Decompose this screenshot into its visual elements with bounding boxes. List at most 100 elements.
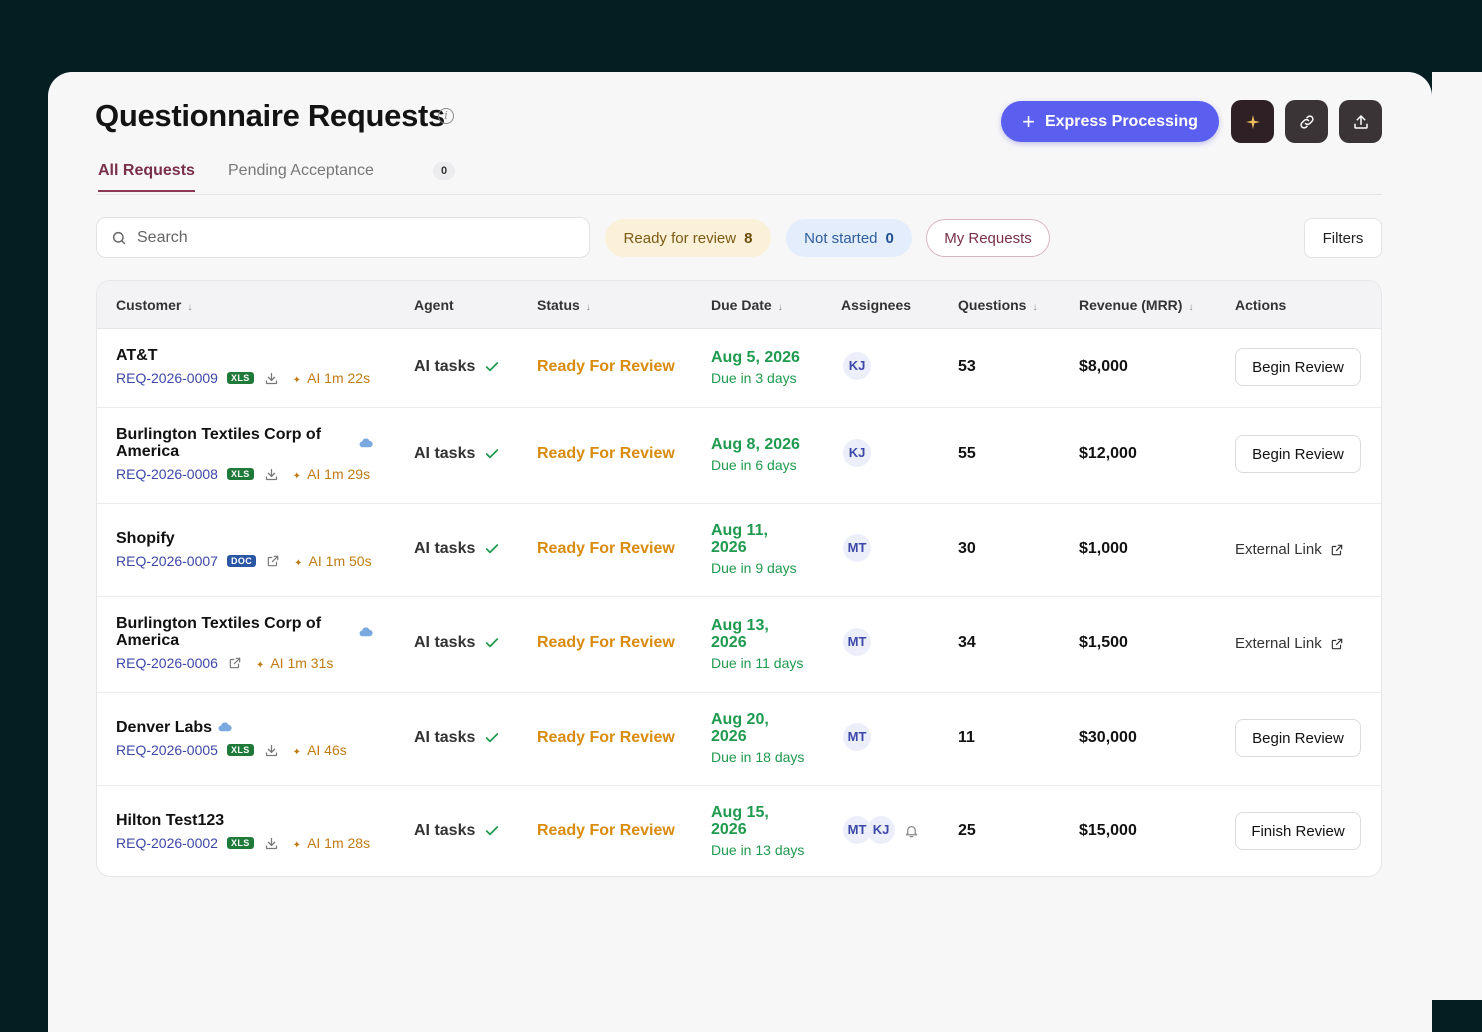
table-row[interactable]: Burlington Textiles Corp of America REQ-…: [97, 407, 1381, 504]
sparkle-icon: ✦: [255, 660, 265, 671]
begin-review-button[interactable]: Begin Review: [1235, 719, 1361, 757]
column-header-due-date[interactable]: Due Date ↓: [711, 297, 783, 313]
question-count: 34: [958, 634, 976, 651]
revenue-value: $1,000: [1079, 540, 1128, 557]
copy-link-button[interactable]: [1285, 100, 1328, 143]
sort-arrow-icon: ↓: [187, 302, 193, 313]
upload-icon: [1353, 114, 1368, 129]
request-id-link[interactable]: REQ-2026-0002: [116, 835, 218, 851]
sparkle-icon: ✦: [292, 375, 302, 386]
request-id-link[interactable]: REQ-2026-0007: [116, 553, 218, 569]
column-header-revenue[interactable]: Revenue (MRR) ↓: [1079, 297, 1193, 313]
due-in: Due in 3 days: [711, 370, 797, 386]
filters-button[interactable]: Filters: [1304, 218, 1382, 258]
main-panel: Questionnaire Requests i + Express Proce…: [48, 72, 1432, 1032]
download-icon[interactable]: [264, 743, 279, 758]
download-icon[interactable]: [264, 371, 279, 386]
avatar[interactable]: KJ: [843, 352, 871, 380]
check-icon: [486, 544, 499, 554]
question-count: 25: [958, 822, 976, 839]
sparkle-icon: [1245, 114, 1260, 129]
agent-cell: AI tasks: [414, 445, 500, 463]
due-date: Aug 5, 2026: [711, 349, 800, 366]
filter-chip-ready-for-review[interactable]: Ready for review 8: [605, 219, 771, 257]
question-count: 30: [958, 540, 976, 557]
avatar[interactable]: MT: [843, 534, 871, 562]
tab-bar: All Requests Pending Acceptance 0: [96, 160, 1382, 195]
search-icon: [112, 231, 126, 244]
customer-name: AT&T: [116, 347, 158, 364]
external-link-icon[interactable]: [266, 554, 280, 568]
table-row[interactable]: Hilton Test123 REQ-2026-0002 XLS ✦ AI 1m …: [97, 785, 1381, 876]
column-header-assignees: Assignees: [841, 297, 912, 313]
column-header-questions[interactable]: Questions ↓: [958, 297, 1037, 313]
request-id-link[interactable]: REQ-2026-0008: [116, 466, 218, 482]
ai-processing-time: ✦ AI 1m 29s: [292, 466, 371, 482]
sort-arrow-icon: ↓: [1188, 302, 1194, 313]
table-row[interactable]: Burlington Textiles Corp of America REQ-…: [97, 596, 1381, 693]
bell-icon[interactable]: [904, 823, 919, 839]
window-edge: [1432, 0, 1482, 1000]
request-meta: REQ-2026-0009 XLS ✦ AI 1m 22s: [116, 370, 370, 386]
external-link[interactable]: External Link: [1235, 635, 1344, 652]
search-placeholder: Search: [137, 228, 188, 246]
external-link-icon: [1331, 544, 1342, 555]
export-button[interactable]: [1339, 100, 1382, 143]
customer-name: Burlington Textiles Corp of America: [116, 426, 322, 460]
request-meta: REQ-2026-0008 XLS ✦ AI 1m 29s: [116, 466, 370, 482]
due-in: Due in 13 days: [711, 842, 805, 858]
ai-assist-button[interactable]: [1231, 100, 1274, 143]
due-in: Due in 18 days: [711, 749, 805, 765]
ai-processing-time: ✦ AI 46s: [292, 742, 347, 758]
sort-arrow-icon: ↓: [777, 302, 783, 313]
due-in: Due in 6 days: [711, 457, 797, 473]
express-processing-button[interactable]: + Express Processing: [1001, 101, 1219, 142]
table-row[interactable]: Denver Labs REQ-2026-0005 XLS ✦ AI 46s AI…: [97, 692, 1381, 786]
avatar[interactable]: MT: [843, 628, 871, 656]
table-row[interactable]: AT&T REQ-2026-0009 XLS ✦ AI 1m 22s AI tas…: [97, 328, 1381, 408]
avatar[interactable]: KJ: [867, 816, 895, 844]
sort-arrow-icon: ↓: [1032, 302, 1038, 313]
info-icon[interactable]: i: [438, 108, 454, 124]
avatar[interactable]: MT: [843, 723, 871, 751]
column-header-actions: Actions: [1235, 297, 1287, 313]
check-icon: [486, 826, 499, 836]
request-id-link[interactable]: REQ-2026-0005: [116, 742, 218, 758]
request-id-link[interactable]: REQ-2026-0009: [116, 370, 218, 386]
agent-cell: AI tasks: [414, 540, 500, 558]
external-link[interactable]: External Link: [1235, 541, 1344, 558]
download-icon[interactable]: [264, 836, 279, 851]
external-link-icon[interactable]: [228, 656, 242, 670]
agent-cell: AI tasks: [414, 358, 500, 376]
request-meta: REQ-2026-0005 XLS ✦ AI 46s: [116, 742, 347, 758]
request-id-link[interactable]: REQ-2026-0006: [116, 655, 218, 671]
column-header-status[interactable]: Status ↓: [537, 297, 591, 313]
pending-count-badge: 0: [433, 162, 455, 180]
chip-count: 8: [744, 229, 753, 247]
ai-processing-time: ✦ AI 1m 31s: [255, 655, 334, 671]
column-header-customer[interactable]: Customer ↓: [116, 297, 192, 313]
ai-processing-time: ✦ AI 1m 28s: [292, 835, 371, 851]
requests-table: Customer ↓ Agent Status ↓ Due Date ↓ Assign…: [96, 280, 1382, 877]
begin-review-button[interactable]: Begin Review: [1235, 435, 1361, 473]
search-input[interactable]: Search: [96, 217, 590, 258]
agent-cell: AI tasks: [414, 822, 500, 840]
download-icon[interactable]: [264, 467, 279, 482]
sort-arrow-icon: ↓: [585, 302, 591, 313]
tab-all-requests[interactable]: All Requests: [98, 162, 195, 192]
finish-review-button[interactable]: Finish Review: [1235, 812, 1361, 850]
chip-label: Not started: [804, 229, 878, 247]
filter-chip-my-requests[interactable]: My Requests: [926, 219, 1050, 257]
begin-review-button[interactable]: Begin Review: [1235, 348, 1361, 386]
check-icon: [486, 362, 499, 372]
table-row[interactable]: Shopify REQ-2026-0007 DOC ✦ AI 1m 50s AI …: [97, 503, 1381, 597]
tab-pending-acceptance[interactable]: Pending Acceptance: [228, 162, 374, 180]
ai-processing-time: ✦ AI 1m 50s: [294, 553, 372, 569]
status-label: Ready For Review: [537, 358, 675, 375]
file-type-badge: XLS: [226, 372, 254, 384]
customer-name: Hilton Test123: [116, 812, 225, 829]
avatar[interactable]: KJ: [843, 439, 871, 467]
check-icon: [486, 638, 499, 648]
revenue-value: $12,000: [1079, 445, 1137, 462]
filter-chip-not-started[interactable]: Not started 0: [786, 219, 912, 257]
